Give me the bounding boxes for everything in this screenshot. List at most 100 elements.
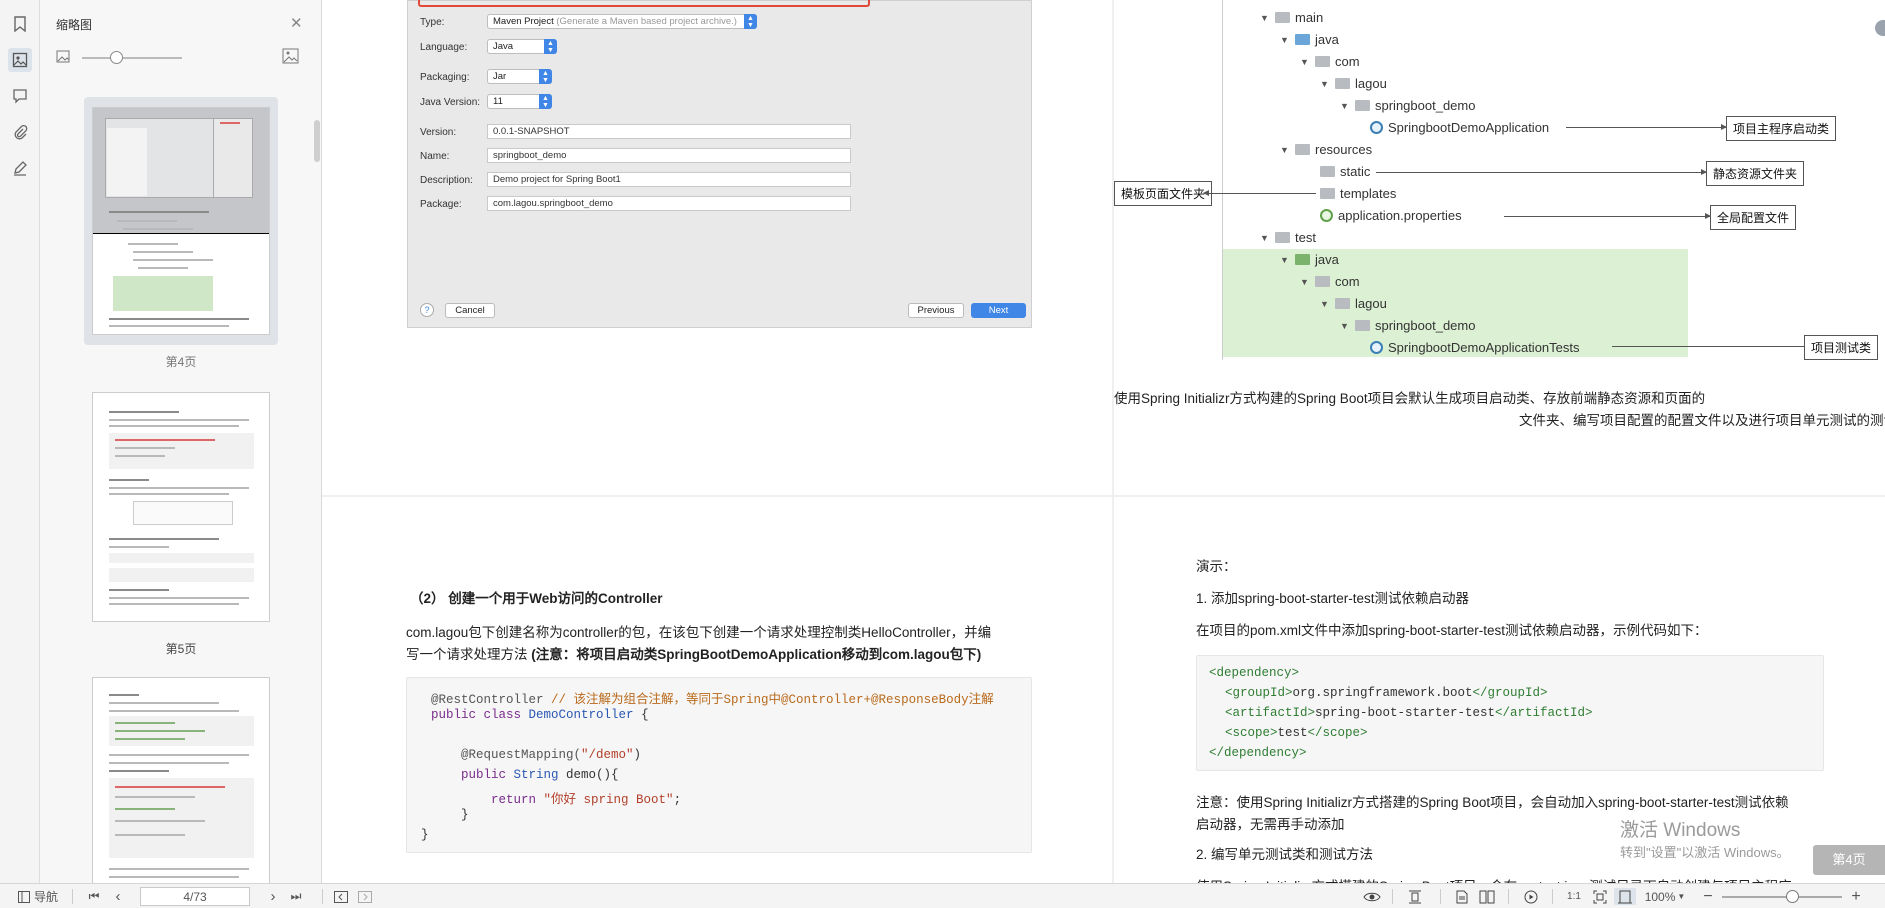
zoom-select[interactable]: 100% ▼ bbox=[1640, 888, 1690, 905]
description-input[interactable]: Demo project for Spring Boot1 bbox=[487, 172, 851, 187]
cancel-button[interactable]: Cancel bbox=[445, 303, 495, 318]
bookmark-icon[interactable] bbox=[8, 12, 32, 36]
section-heading: （2） 创建一个用于Web访问的Controller bbox=[410, 591, 663, 606]
eye-protection-icon[interactable] bbox=[1360, 888, 1384, 905]
wizard-screenshot: Type: Maven Project (Generate a Maven ba… bbox=[407, 0, 1032, 328]
language-value: Java bbox=[493, 41, 514, 52]
step-1: 1. 添加spring-boot-starter-test测试依赖启动器 bbox=[1196, 591, 1470, 606]
paragraph-note: (注意：将项目启动类SpringBootDemoApplication移动到co… bbox=[531, 647, 982, 662]
java-version-select[interactable]: 11 ▲ ▼ bbox=[487, 94, 552, 109]
zoom-out-icon[interactable]: − bbox=[1700, 888, 1716, 905]
tree-item-resources[interactable]: ▼ resources bbox=[1280, 142, 1372, 157]
tree-label: static bbox=[1340, 164, 1371, 179]
package-icon bbox=[1315, 56, 1330, 67]
tree-item-springboot-demo[interactable]: ▼ springboot_demo bbox=[1340, 98, 1475, 113]
code-line-3: @RequestMapping("/demo") bbox=[431, 748, 642, 762]
tree-item-lagou[interactable]: ▼ lagou bbox=[1320, 76, 1387, 91]
arrow bbox=[1376, 169, 1707, 175]
zoom-in-icon[interactable]: + bbox=[1848, 888, 1864, 905]
tree-item-test-java[interactable]: ▼ java bbox=[1280, 252, 1339, 267]
large-image-icon[interactable] bbox=[282, 48, 299, 67]
chevron-updown-icon: ▲ ▼ bbox=[539, 69, 552, 84]
class-icon bbox=[1370, 341, 1383, 354]
paragraph-line-1: com.lagou包下创建名称为controller的包，在该包下创建一个请求处… bbox=[406, 625, 992, 640]
thumbnail-page-6[interactable] bbox=[92, 677, 270, 883]
tree-item-test-lagou[interactable]: ▼ lagou bbox=[1320, 296, 1387, 311]
actual-size-icon[interactable]: 1:1 bbox=[1564, 888, 1584, 905]
page-4-right: ▼ main ▼ java ▼ com ▼ lagou ▼ springboot_demo… bbox=[1114, 0, 1885, 495]
close-icon[interactable]: ✕ bbox=[290, 14, 303, 32]
thumbnail-size-handle[interactable] bbox=[110, 51, 123, 64]
first-page-icon[interactable]: ⏮ bbox=[86, 888, 102, 905]
packaging-select[interactable]: Jar ▲ ▼ bbox=[487, 69, 552, 84]
tree-item-main[interactable]: ▼ main bbox=[1260, 10, 1323, 25]
code-line-6: } bbox=[431, 808, 469, 822]
thumbnail-size-track[interactable] bbox=[82, 57, 182, 59]
package-input[interactable]: com.lagou.springboot_demo bbox=[487, 196, 851, 211]
previous-page-icon[interactable]: ‹ bbox=[110, 888, 126, 905]
page-5-right: 演示： 1. 添加spring-boot-starter-test测试依赖启动器… bbox=[1114, 497, 1885, 883]
next-page-icon[interactable]: › bbox=[265, 888, 281, 905]
tree-item-application-properties[interactable]: application.properties bbox=[1320, 208, 1462, 223]
code-line-5: return "你好 spring Boot"; bbox=[431, 793, 682, 807]
type-value: Maven Project bbox=[493, 16, 554, 27]
help-icon[interactable]: ? bbox=[420, 303, 434, 317]
tree-item-templates[interactable]: templates bbox=[1320, 186, 1396, 201]
type-select[interactable]: Maven Project (Generate a Maven based pr… bbox=[487, 14, 757, 29]
double-page-icon[interactable] bbox=[1476, 888, 1498, 905]
status-bar: 导航 ⏮ ‹ 4/73 › ⏭ 1:1 100% ▼ − + bbox=[0, 883, 1885, 908]
tree-label: main bbox=[1295, 10, 1324, 25]
navigation-label: 导航 bbox=[33, 890, 58, 904]
tree-item-test[interactable]: ▼ test bbox=[1260, 230, 1316, 245]
fit-width-icon[interactable] bbox=[1614, 888, 1636, 905]
version-input[interactable]: 0.0.1-SNAPSHOT bbox=[487, 124, 851, 139]
small-image-icon[interactable] bbox=[56, 50, 70, 66]
chevron-down-icon: ▼ bbox=[1677, 892, 1686, 901]
package-icon bbox=[1335, 78, 1350, 89]
type-hint: (Generate a Maven based project archive.… bbox=[556, 16, 737, 27]
signature-icon[interactable] bbox=[8, 156, 32, 180]
tree-item-static[interactable]: static bbox=[1320, 164, 1370, 179]
tree-item-test-springboot-demo[interactable]: ▼ springboot_demo bbox=[1340, 318, 1475, 333]
annotation-templates: 模板页面文件夹 bbox=[1114, 181, 1213, 206]
cut-line: 使用Spring Initializr方式搭建的Spring Boot项目，会在… bbox=[1196, 875, 1792, 883]
tree-item-tests-class[interactable]: SpringbootDemoApplicationTests bbox=[1370, 340, 1580, 355]
tree-label: resources bbox=[1315, 142, 1373, 157]
zoom-slider-handle[interactable] bbox=[1785, 890, 1799, 903]
side-handle[interactable] bbox=[1875, 20, 1885, 36]
tree-item-com[interactable]: ▼ com bbox=[1300, 54, 1360, 69]
last-page-icon[interactable]: ⏭ bbox=[288, 888, 304, 905]
play-icon[interactable] bbox=[1520, 888, 1542, 905]
class-icon bbox=[1370, 121, 1383, 134]
tree-item-test-com[interactable]: ▼ com bbox=[1300, 274, 1360, 289]
tree-item-main-class[interactable]: SpringbootDemoApplication bbox=[1370, 120, 1549, 135]
highlight-box bbox=[418, 0, 870, 7]
attachment-icon[interactable] bbox=[8, 120, 32, 144]
code-line-1: @RestController // 该注解为组合注解，等同于Spring中@C… bbox=[431, 693, 994, 707]
language-select[interactable]: Java ▲ ▼ bbox=[487, 39, 557, 54]
navigation-toggle[interactable]: 导航 bbox=[14, 888, 62, 905]
page-number-input[interactable]: 4/73 bbox=[140, 887, 250, 906]
back-icon[interactable] bbox=[332, 888, 350, 905]
thumbnail-icon[interactable] bbox=[8, 48, 32, 72]
previous-button[interactable]: Previous bbox=[908, 303, 964, 318]
tree-guide-line bbox=[1222, 0, 1223, 360]
thumbnail-page-4[interactable] bbox=[92, 107, 270, 335]
package-icon bbox=[1355, 100, 1370, 111]
single-page-icon[interactable] bbox=[1452, 888, 1472, 905]
note-line-1: 注意：使用Spring Initializr方式搭建的Spring Boot项目… bbox=[1196, 795, 1789, 810]
zoom-slider-track[interactable] bbox=[1722, 896, 1842, 898]
comment-icon[interactable] bbox=[8, 84, 32, 108]
continuous-page-icon[interactable] bbox=[1404, 888, 1426, 905]
fit-page-icon[interactable] bbox=[1590, 888, 1610, 905]
tree-item-java[interactable]: ▼ java bbox=[1280, 32, 1339, 47]
annotation-static: 静态资源文件夹 bbox=[1706, 161, 1805, 186]
tree-label: lagou bbox=[1355, 296, 1387, 311]
thumbnail-scrollbar[interactable] bbox=[314, 120, 320, 162]
xml-line-1: <dependency> bbox=[1209, 666, 1300, 680]
demo-label: 演示： bbox=[1196, 559, 1237, 574]
thumbnail-page-5[interactable] bbox=[92, 392, 270, 622]
next-button[interactable]: Next bbox=[971, 303, 1026, 318]
name-input[interactable]: springboot_demo bbox=[487, 148, 851, 163]
forward-icon[interactable] bbox=[356, 888, 374, 905]
